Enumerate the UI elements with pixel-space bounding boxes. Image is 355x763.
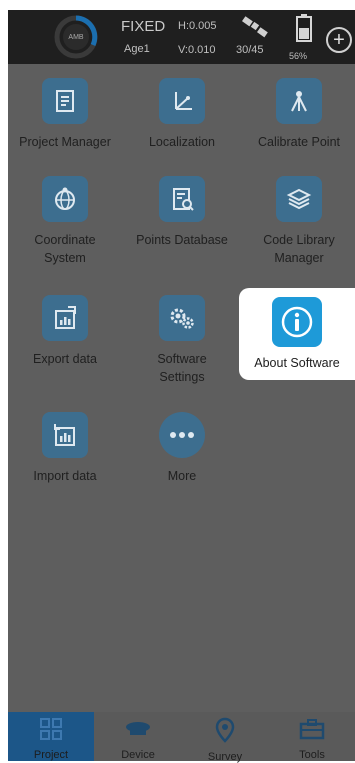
layers-icon [276, 176, 322, 222]
plus-icon: + [333, 29, 345, 51]
toolbox-icon [299, 717, 325, 741]
export-data-item[interactable]: Export data [9, 295, 121, 368]
software-settings-item[interactable]: Software Settings [126, 295, 238, 386]
points-database-label: Points Database [136, 233, 228, 247]
add-button[interactable]: + [326, 27, 352, 53]
import-data-icon [42, 412, 88, 458]
satellite-icon [242, 16, 268, 38]
about-software-item[interactable]: About Software [239, 288, 355, 380]
calibrate-point-item[interactable]: Calibrate Point [243, 78, 355, 151]
about-software-label: About Software [254, 356, 340, 370]
code-library-manager-label: Code Library Manager [263, 231, 335, 267]
project-manager-label: Project Manager [19, 135, 111, 149]
tab-tools-label: Tools [299, 749, 325, 761]
project-manager-item[interactable]: Project Manager [9, 78, 121, 151]
tab-tools[interactable]: Tools [269, 712, 355, 761]
export-data-icon [42, 295, 88, 341]
tab-survey-label: Survey [207, 751, 243, 763]
export-data-label: Export data [33, 352, 97, 366]
device-icon [125, 717, 151, 741]
coordinate-system-label-line1: Coordinate [34, 233, 96, 247]
code-library-label-line1: Code Library [263, 233, 335, 247]
calibrate-point-icon [276, 78, 322, 124]
h-precision: H:0.005 [178, 20, 217, 32]
more-icon [159, 412, 205, 458]
more-item[interactable]: More [126, 412, 238, 485]
info-icon [272, 297, 322, 347]
coordinate-system-label-line2: System [44, 251, 86, 265]
software-settings-label-line1: Software [157, 352, 207, 366]
code-library-label-line2: Manager [274, 251, 324, 265]
coordinate-system-label: Coordinate System [34, 231, 95, 267]
localization-item[interactable]: Localization [126, 78, 238, 151]
import-data-label: Import data [33, 469, 97, 483]
more-label: More [167, 469, 197, 483]
project-grid-icon [38, 717, 64, 741]
tab-device-label: Device [121, 749, 155, 761]
calibrate-point-label: Calibrate Point [258, 135, 340, 149]
menu-grid: Project Manager Localization Calibrate P… [8, 64, 355, 712]
tab-survey[interactable]: Survey [182, 712, 268, 763]
battery-icon [296, 14, 312, 42]
code-library-manager-item[interactable]: Code Library Manager [243, 176, 355, 267]
ring-label: AMB [68, 33, 84, 41]
localization-label: Localization [148, 135, 215, 149]
localization-icon [159, 78, 205, 124]
location-pin-icon [212, 717, 238, 743]
coordinate-system-item[interactable]: Coordinate System [9, 176, 121, 267]
import-data-item[interactable]: Import data [9, 412, 121, 485]
tab-project-label: Project [33, 749, 69, 761]
fix-status: FIXED [121, 18, 166, 35]
gears-icon [159, 295, 205, 341]
globe-icon [42, 176, 88, 222]
software-settings-label-line2: Settings [159, 370, 205, 384]
points-database-icon [159, 176, 205, 222]
project-manager-icon [42, 78, 88, 124]
bottom-tab-bar: Project Device Survey Tools [8, 712, 355, 763]
battery-level: 56% [289, 51, 308, 61]
tab-device[interactable]: Device [95, 712, 181, 761]
tab-project[interactable]: Project [8, 712, 94, 761]
satellite-count: 30/45 [236, 44, 264, 56]
software-settings-label: Software Settings [157, 350, 206, 386]
points-database-item[interactable]: Points Database [126, 176, 238, 249]
status-bar: AMB FIXED Age1 H:0.005 V:0.010 30/45 56%… [8, 10, 355, 64]
v-precision: V:0.010 [178, 44, 216, 56]
age-value: Age1 [124, 43, 150, 55]
